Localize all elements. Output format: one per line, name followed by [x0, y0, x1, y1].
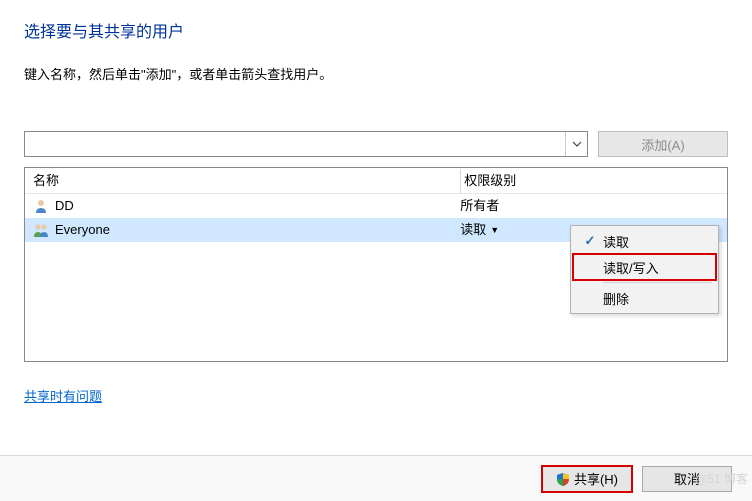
- instruction-text: 键入名称，然后单击"添加"，或者单击箭头查找用户。: [24, 64, 728, 83]
- column-header-permission[interactable]: 权限级别: [460, 168, 727, 193]
- share-button[interactable]: 共享(H): [542, 466, 632, 492]
- page-title: 选择要与其共享的用户: [24, 18, 728, 42]
- column-header-name[interactable]: 名称: [25, 168, 460, 193]
- row-permission: 所有者: [460, 194, 727, 218]
- user-input[interactable]: [25, 132, 565, 156]
- menu-item-remove[interactable]: 删除: [573, 285, 716, 311]
- menu-separator: [603, 282, 712, 283]
- user-combobox[interactable]: [24, 131, 588, 157]
- user-icon: [33, 198, 49, 214]
- check-icon: ✓: [581, 233, 599, 249]
- add-button: 添加(A): [598, 131, 728, 157]
- permission-menu: ✓ 读取 读取/写入 删除: [570, 225, 719, 314]
- dropdown-arrow-icon: ▼: [490, 218, 499, 242]
- chevron-down-icon[interactable]: [565, 132, 587, 156]
- menu-item-read[interactable]: ✓ 读取: [573, 228, 716, 254]
- row-name: Everyone: [55, 218, 110, 242]
- row-name: DD: [55, 194, 74, 218]
- help-link[interactable]: 共享时有问题: [24, 386, 102, 405]
- footer-bar: 共享(H) 取消: [0, 455, 752, 501]
- menu-item-readwrite[interactable]: 读取/写入: [573, 254, 716, 280]
- table-row[interactable]: DD 所有者: [25, 194, 727, 218]
- shield-icon: [556, 472, 570, 486]
- cancel-button[interactable]: 取消: [642, 466, 732, 492]
- group-icon: [33, 222, 49, 238]
